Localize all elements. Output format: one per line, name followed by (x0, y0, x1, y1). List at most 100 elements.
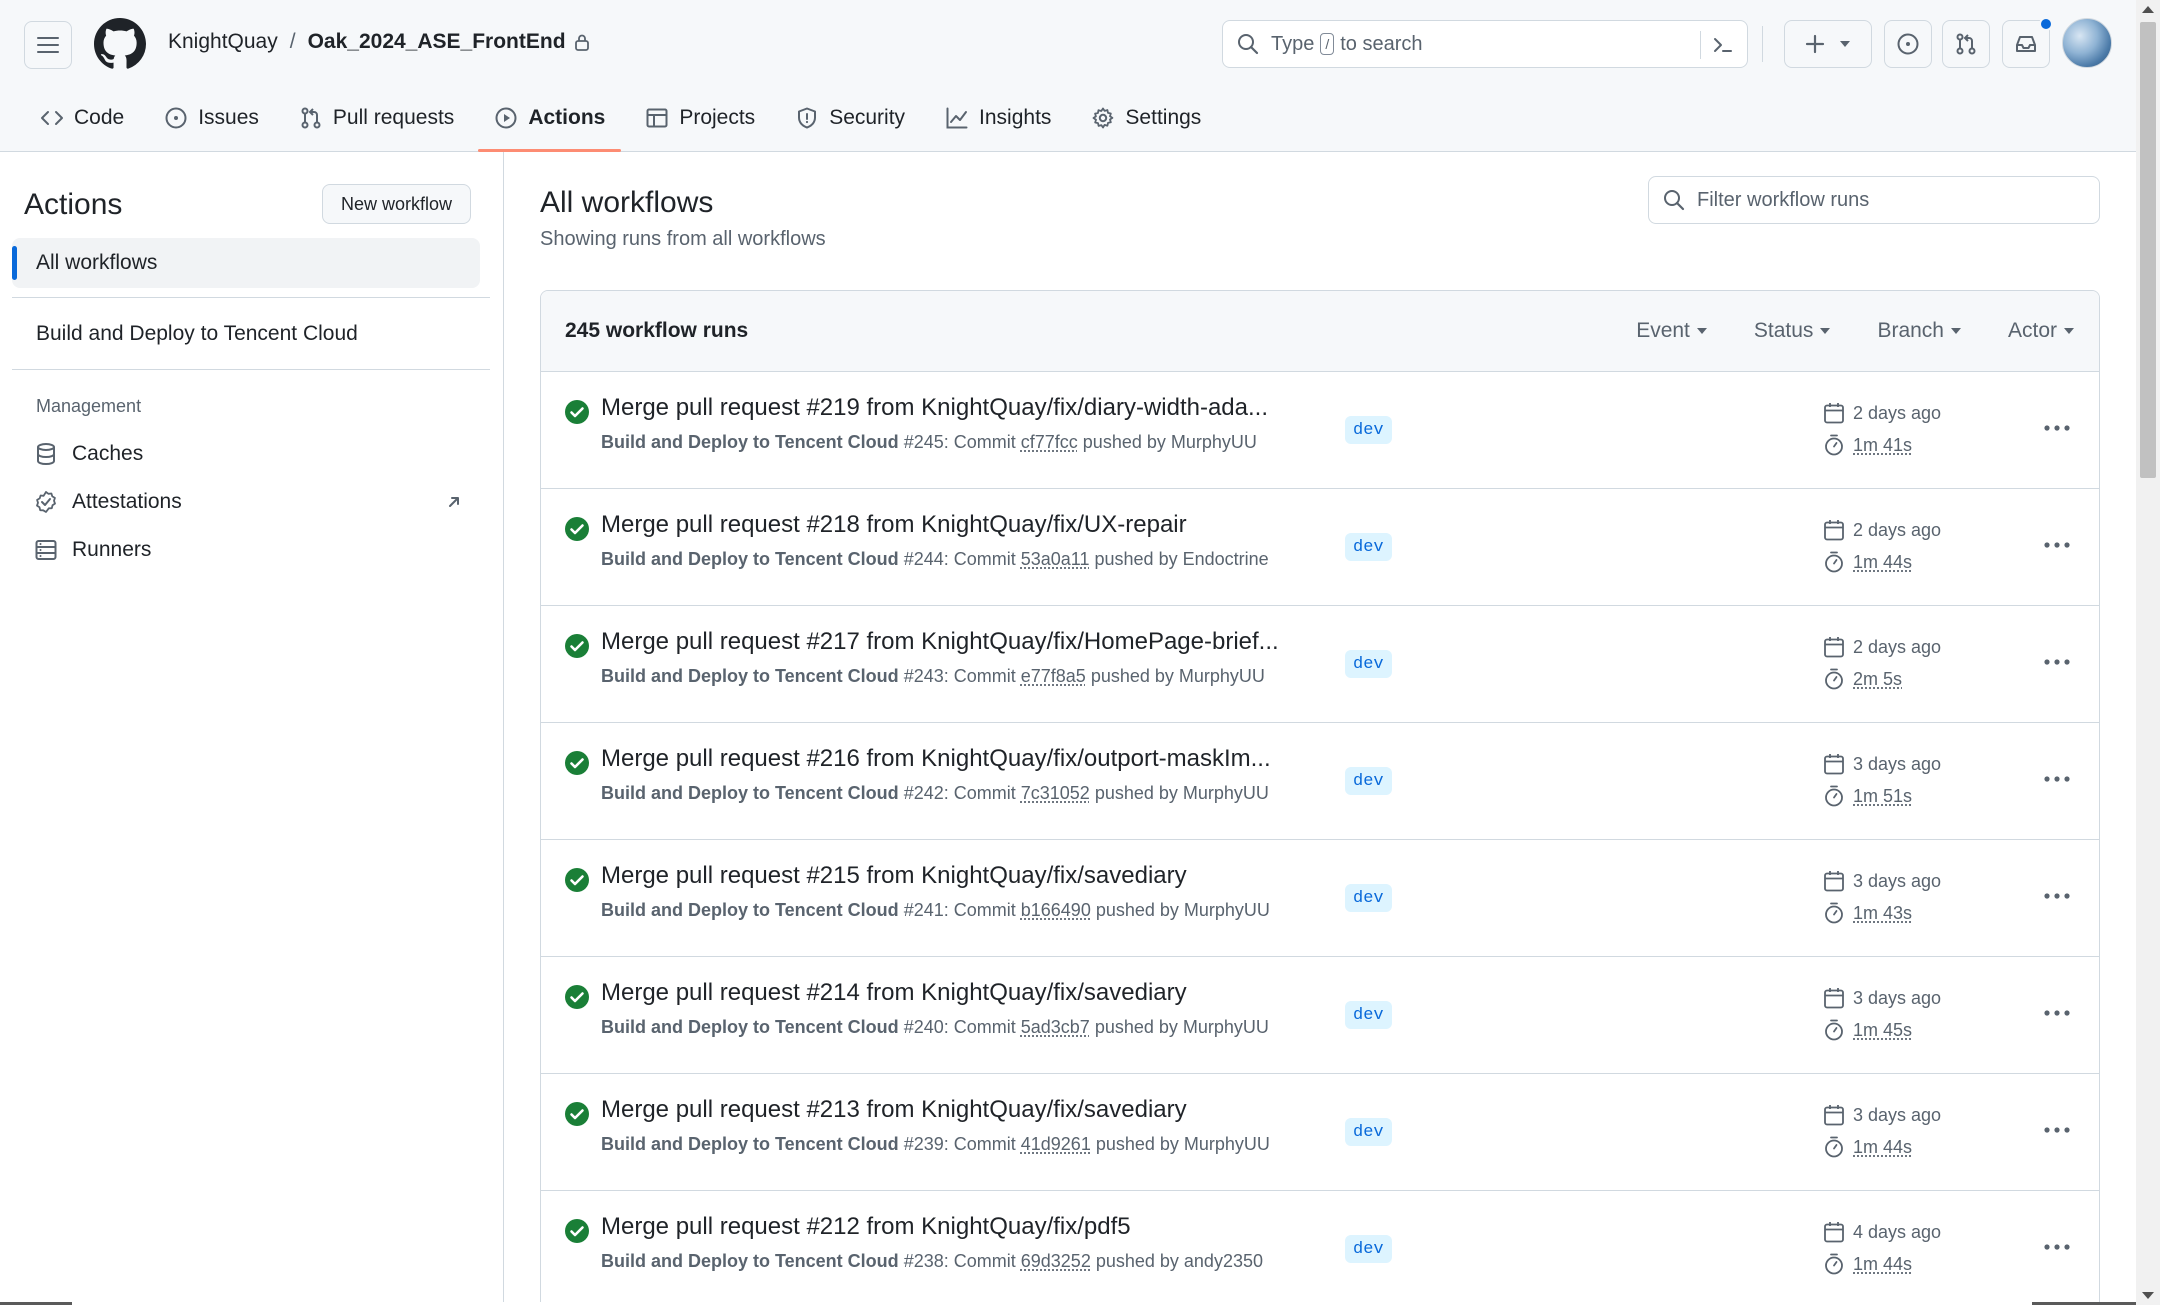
github-logo-icon[interactable] (94, 18, 146, 70)
branch-label[interactable]: dev (1345, 884, 1392, 912)
user-avatar[interactable] (2062, 18, 2112, 68)
filter-label: Actor (2007, 319, 2057, 342)
run-options-button[interactable] (2037, 1114, 2077, 1146)
branch-label[interactable]: dev (1345, 1118, 1392, 1146)
filter-actor[interactable]: Actor (2008, 319, 2075, 343)
commit-sha-link[interactable]: 41d9261 (1021, 1134, 1091, 1154)
check-circle-fill-icon (565, 985, 589, 1009)
run-date-text: 3 days ago (1853, 1104, 1942, 1125)
sidebar-item-runners[interactable]: Runners (34, 538, 151, 562)
table-row[interactable]: Merge pull request #214 from KnightQuay/… (541, 957, 2099, 1074)
commit-sha-link[interactable]: 7c31052 (1021, 783, 1090, 803)
run-workflow-name: Build and Deploy to Tencent Cloud (601, 1134, 899, 1154)
scroll-up-arrow[interactable] (2142, 6, 2154, 13)
create-new-button[interactable] (1784, 20, 1872, 68)
run-options-button[interactable] (2037, 646, 2077, 678)
tab-label: Settings (1125, 106, 1202, 129)
branch-label[interactable]: dev (1345, 533, 1392, 561)
branch-label[interactable]: dev (1345, 650, 1392, 678)
filter-event[interactable]: Event (1636, 319, 1708, 343)
global-search[interactable]: Type / to search (1222, 20, 1748, 68)
runs-list-header: 245 workflow runs Event Status Branch Ac… (541, 291, 2099, 372)
command-palette-icon[interactable] (1711, 33, 1735, 57)
sidebar-item-workflow[interactable]: Build and Deploy to Tencent Cloud (36, 322, 358, 346)
check-circle-fill-icon (565, 1219, 589, 1243)
tab-insights[interactable]: Insights (929, 96, 1067, 140)
run-title-link[interactable]: Merge pull request #218 from KnightQuay/… (601, 511, 1321, 539)
run-title-link[interactable]: Merge pull request #213 from KnightQuay/… (601, 1096, 1321, 1124)
triangle-down-icon (1696, 328, 1707, 334)
commit-sha-link[interactable]: e77f8a5 (1021, 666, 1086, 686)
tab-code[interactable]: Code (24, 96, 140, 140)
tab-security[interactable]: Security (779, 96, 921, 140)
table-row[interactable]: Merge pull request #216 from KnightQuay/… (541, 723, 2099, 840)
filter-input[interactable] (1697, 188, 2077, 212)
app-header: KnightQuay / Oak_2024_ASE_FrontEnd Type … (0, 0, 2136, 152)
table-row[interactable]: Merge pull request #218 from KnightQuay/… (541, 489, 2099, 606)
tab-projects[interactable]: Projects (629, 96, 771, 140)
search-prefix: Type (1271, 32, 1315, 55)
run-pusher: pushed by MurphyUU (1095, 1134, 1270, 1154)
tab-actions[interactable]: Actions (478, 96, 622, 152)
commit-sha-link[interactable]: 69d3252 (1021, 1251, 1091, 1271)
page-scrollbar[interactable] (2136, 0, 2160, 1305)
run-options-button[interactable] (2037, 880, 2077, 912)
calendar-icon (1824, 1105, 1844, 1126)
filter-workflow-runs[interactable] (1648, 176, 2100, 224)
tab-issues[interactable]: Issues (148, 96, 275, 140)
filter-status[interactable]: Status (1754, 319, 1832, 343)
filter-branch[interactable]: Branch (1877, 319, 1962, 343)
table-row[interactable]: Merge pull request #219 from KnightQuay/… (541, 372, 2099, 489)
table-row[interactable]: Merge pull request #212 from KnightQuay/… (541, 1191, 2099, 1305)
run-options-button[interactable] (2037, 1231, 2077, 1263)
stopwatch-icon (1825, 1019, 1843, 1041)
run-title-link[interactable]: Merge pull request #214 from KnightQuay/… (601, 979, 1321, 1007)
run-title-link[interactable]: Merge pull request #216 from KnightQuay/… (601, 745, 1321, 773)
run-workflow-name: Build and Deploy to Tencent Cloud (601, 549, 899, 569)
run-number: #245: Commit (903, 432, 1016, 452)
table-row[interactable]: Merge pull request #217 from KnightQuay/… (541, 606, 2099, 723)
new-workflow-button[interactable]: New workflow (322, 184, 472, 224)
inbox-button[interactable] (2002, 17, 2053, 68)
repo-owner-link[interactable]: KnightQuay (168, 30, 278, 54)
pull-requests-button[interactable] (1942, 20, 1990, 68)
calendar-icon (1824, 871, 1844, 892)
run-date: 2 days ago (1823, 519, 1941, 541)
run-title-link[interactable]: Merge pull request #217 from KnightQuay/… (601, 628, 1321, 656)
triangle-down-icon (2064, 328, 2074, 334)
table-row[interactable]: Merge pull request #215 from KnightQuay/… (541, 840, 2099, 957)
run-options-button[interactable] (2037, 997, 2077, 1029)
branch-label[interactable]: dev (1345, 1235, 1392, 1263)
run-options-button[interactable] (2037, 763, 2077, 795)
run-date-text: 3 days ago (1853, 753, 1942, 774)
run-title-link[interactable]: Merge pull request #215 from KnightQuay/… (601, 862, 1321, 890)
table-row[interactable]: Merge pull request #213 from KnightQuay/… (541, 1074, 2099, 1191)
run-title-link[interactable]: Merge pull request #212 from KnightQuay/… (601, 1213, 1321, 1241)
tab-label: Pull requests (332, 106, 455, 129)
branch-label[interactable]: dev (1345, 1001, 1392, 1029)
run-date-text: 3 days ago (1853, 987, 1942, 1008)
run-options-button[interactable] (2037, 529, 2077, 561)
graph-icon (946, 107, 968, 129)
sidebar-item-all-workflows[interactable]: All workflows (12, 238, 480, 288)
run-title-link[interactable]: Merge pull request #219 from KnightQuay/… (601, 394, 1321, 422)
scroll-down-arrow[interactable] (2142, 1292, 2154, 1299)
commit-sha-link[interactable]: b166490 (1021, 900, 1091, 920)
sidebar-item-caches[interactable]: Caches (34, 442, 143, 466)
tab-pull-requests[interactable]: Pull requests (283, 96, 470, 140)
sidebar-item-attestations[interactable]: Attestations (34, 490, 182, 514)
issues-button[interactable] (1884, 20, 1932, 68)
tab-settings[interactable]: Settings (1075, 96, 1217, 140)
tab-label: Projects (679, 106, 756, 129)
scrollbar-thumb[interactable] (2140, 22, 2156, 478)
menu-button[interactable] (24, 21, 72, 69)
commit-sha-link[interactable]: 53a0a11 (1021, 549, 1090, 569)
search-icon (1664, 190, 1685, 211)
repo-name-link[interactable]: Oak_2024_ASE_FrontEnd (308, 30, 566, 54)
commit-sha-link[interactable]: cf77fcc (1021, 432, 1078, 452)
run-duration: 1m 44s (1823, 551, 1912, 573)
branch-label[interactable]: dev (1345, 767, 1392, 795)
commit-sha-link[interactable]: 5ad3cb7 (1021, 1017, 1090, 1037)
branch-label[interactable]: dev (1345, 416, 1392, 444)
run-options-button[interactable] (2037, 412, 2077, 444)
